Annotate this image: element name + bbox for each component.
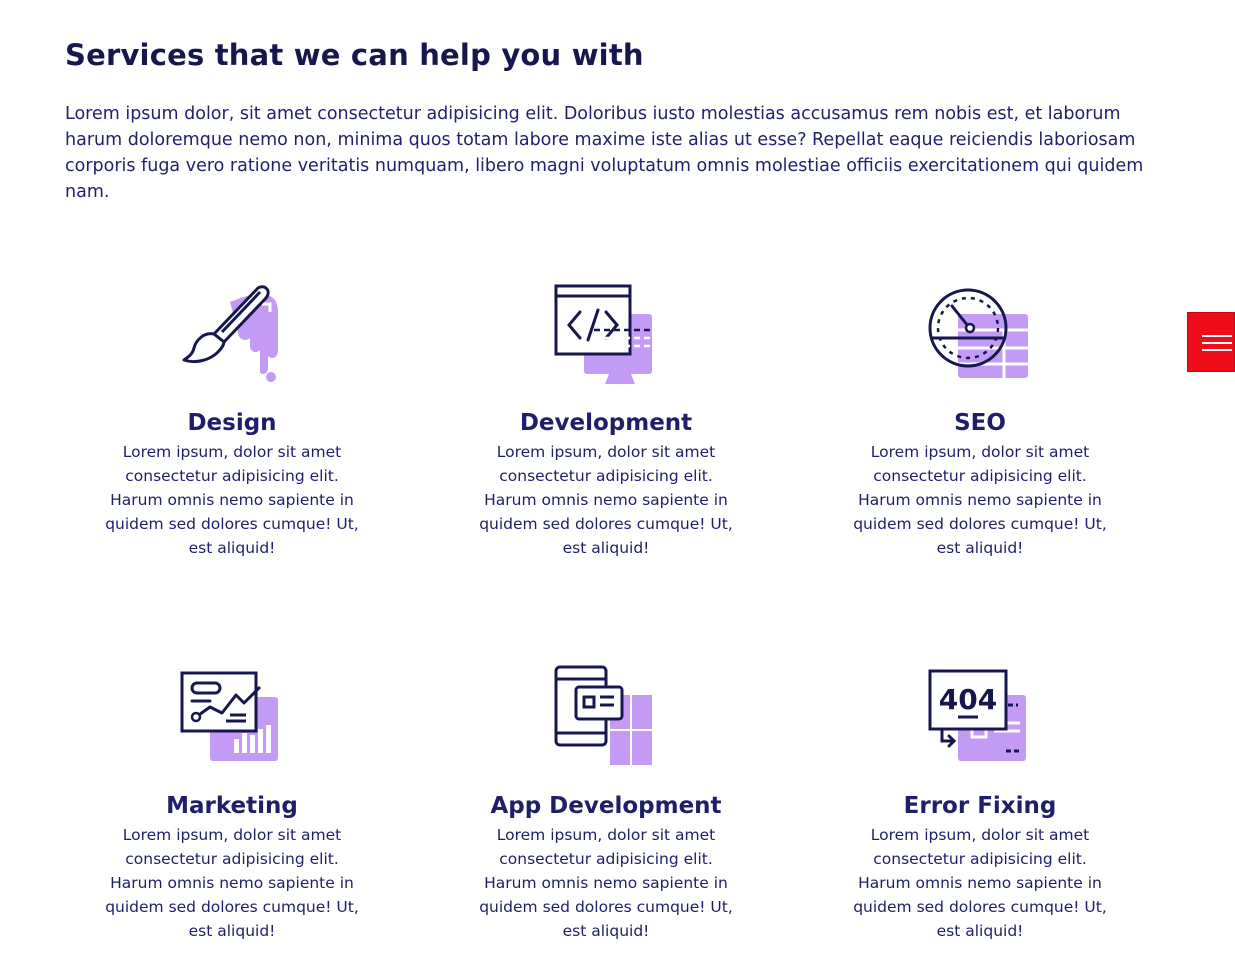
hamburger-menu-icon [1202,349,1232,351]
service-card-marketing: Marketing Lorem ipsum, dolor sit amet co… [82,663,382,943]
service-description: Lorem ipsum, dolor sit amet consectetur … [105,443,359,557]
code-window-icon [554,284,652,384]
service-title: Design [187,410,277,436]
analytics-chart-icon [180,671,278,761]
service-title: App Development [490,793,722,819]
hamburger-menu-icon [1202,342,1232,344]
mobile-app-icon [554,665,652,765]
service-description: Lorem ipsum, dolor sit amet consectetur … [853,443,1107,557]
service-card-error-fixing: 404 Error Fixing Lorem ipsum, dolor sit … [830,663,1130,943]
service-description: Lorem ipsum, dolor sit amet consectetur … [105,826,359,940]
service-card-app-development: App Development Lorem ipsum, dolor sit a… [456,663,756,943]
service-description: Lorem ipsum, dolor sit amet consectetur … [479,826,733,940]
error-404-icon: 404 [928,669,1026,761]
service-card-development: Development Lorem ipsum, dolor sit amet … [456,280,756,560]
service-card-design: Design Lorem ipsum, dolor sit amet conse… [82,280,382,560]
hamburger-menu-icon [1202,335,1232,337]
error-code-text: 404 [939,683,997,716]
speedometer-icon [928,288,1028,378]
paintbrush-icon [182,285,278,382]
service-title: Marketing [166,793,298,819]
service-title: SEO [954,410,1006,436]
service-title: Development [519,410,693,436]
service-description: Lorem ipsum, dolor sit amet consectetur … [853,826,1107,940]
service-card-seo: SEO Lorem ipsum, dolor sit amet consecte… [830,280,1130,560]
menu-toggle-button[interactable] [1187,312,1235,372]
section-intro: Lorem ipsum dolor, sit amet consectetur … [65,104,1144,202]
service-title: Error Fixing [903,793,1057,819]
service-description: Lorem ipsum, dolor sit amet consectetur … [479,443,733,557]
section-heading: Services that we can help you with [65,38,644,72]
